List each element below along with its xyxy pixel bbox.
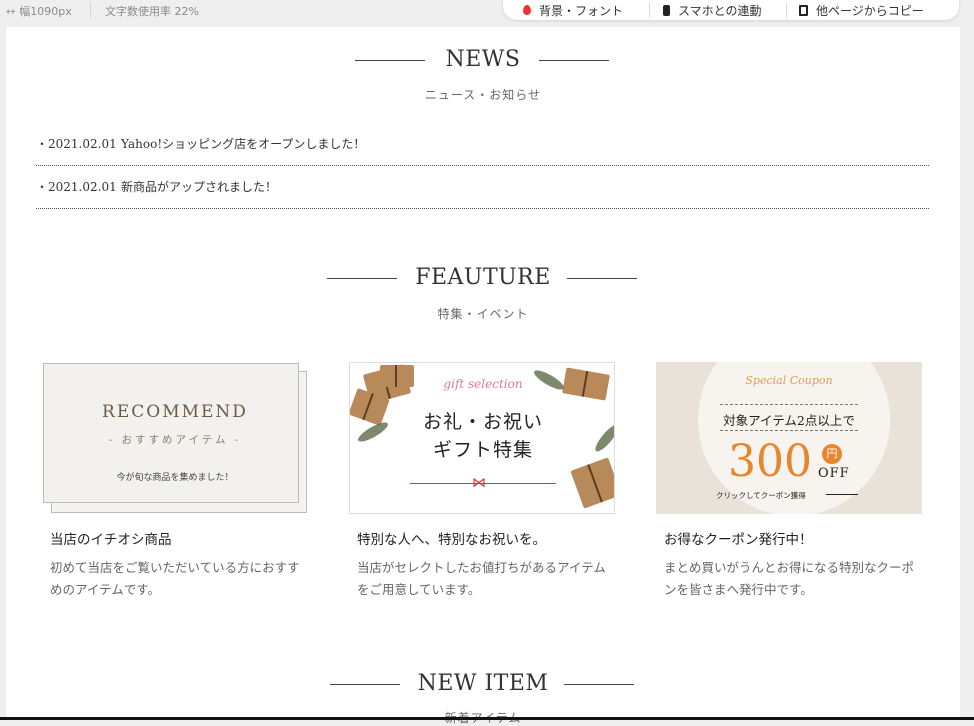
char-rate-label: 文字数使用率 22% (105, 5, 199, 18)
news-date: ・2021.02.01 (36, 137, 117, 151)
bg-font-label: 背景・フォント (539, 3, 624, 18)
news-title: NEWS (445, 47, 521, 72)
news-text: 新商品がアップされました！ (121, 180, 278, 194)
feature-subtitle: 特集・イベント (437, 307, 529, 321)
new-item-heading: NEW ITEM (6, 671, 960, 696)
editor-toolbar: ↔ 幅1090px 文字数使用率 22% 背景・フォント スマホとの連動 他ペー… (0, 0, 974, 24)
feature-card[interactable]: RECOMMEND - おすすめアイテム - 今が旬な商品を集めました！ 当店の… (42, 362, 308, 601)
arrows-horizontal-icon: ↔ (6, 4, 16, 18)
feature-card[interactable]: Special Coupon 対象アイテム2点以上で 300 円 OFF クリッ… (656, 362, 922, 601)
banner-text: RECOMMEND (102, 402, 248, 422)
bow-icon: ⋈ (472, 475, 486, 491)
news-item[interactable]: ・2021.02.01 新商品がアップされました！ (36, 166, 929, 209)
card-description: 当店がセレクトしたお値打ちがあるアイテムをご用意しています。 (357, 560, 606, 597)
copy-from-page-label: 他ページからコピー (816, 3, 924, 18)
banner-text: Special Coupon (745, 374, 833, 387)
width-label: 幅1090px (19, 5, 72, 18)
feature-title: FEAUTURE (415, 265, 551, 290)
feature-card[interactable]: gift selection お礼・お祝い ギフト特集 ⋈ 特別な人へ、特別なお… (349, 362, 615, 601)
card-description: まとめ買いがうんとお得になる特別なクーポンを皆さまへ発行中です。 (664, 560, 915, 597)
yen-badge: 円 (822, 444, 842, 464)
news-text: Yahoo!ショッピング店をオープンしました！ (121, 137, 366, 151)
recommend-banner[interactable]: RECOMMEND - おすすめアイテム - 今が旬な商品を集めました！ (42, 362, 308, 514)
dashed-rule (720, 404, 858, 405)
divider (90, 2, 91, 18)
banner-text: - おすすめアイテム - (108, 434, 242, 446)
banner-text: 対象アイテム2点以上で (723, 413, 855, 428)
card-description: 初めて当店をご覧いただいている方におすすめのアイテムです。 (50, 560, 300, 597)
feature-heading: FEAUTURE (6, 265, 960, 290)
news-item[interactable]: ・2021.02.01 Yahoo!ショッピング店をオープンしました！ (36, 123, 929, 166)
copy-from-page-button[interactable]: 他ページからコピー (799, 0, 924, 20)
dashed-rule (720, 430, 858, 431)
banner-text: ギフト特集 (432, 439, 533, 461)
gift-box-image (570, 457, 614, 509)
coupon-amount: 300 (728, 436, 812, 487)
banner-text: クリックしてクーポン獲得 (716, 491, 806, 500)
bg-font-button[interactable]: 背景・フォント (523, 0, 623, 20)
banner-text: お礼・お祝い (422, 411, 543, 433)
coupon-banner[interactable]: Special Coupon 対象アイテム2点以上で 300 円 OFF クリッ… (656, 362, 922, 514)
card-title[interactable]: 当店のイチオシ商品 (42, 528, 308, 548)
banner-text: gift selection (443, 377, 523, 391)
news-heading: NEWS (6, 47, 960, 72)
arrow-right-icon (826, 494, 858, 495)
toolbar-pill: 背景・フォント スマホとの連動 他ページからコピー (503, 0, 959, 20)
news-date: ・2021.02.01 (36, 180, 117, 194)
divider (786, 2, 787, 18)
card-title[interactable]: 特別な人へ、特別なお祝いを。 (349, 528, 615, 548)
smartphone-sync-label: スマホとの連動 (678, 3, 762, 18)
smartphone-icon (663, 4, 670, 16)
droplet-icon (523, 5, 531, 15)
gift-banner[interactable]: gift selection お礼・お祝い ギフト特集 ⋈ (349, 362, 615, 514)
content-panel: NEWS ニュース・お知らせ ・2021.02.01 Yahoo!ショッピング店… (6, 27, 960, 725)
divider (649, 2, 650, 18)
smartphone-sync-button[interactable]: スマホとの連動 (663, 0, 762, 20)
card-title[interactable]: お得なクーポン発行中！ (656, 528, 922, 548)
copy-icon (799, 4, 808, 16)
width-info: ↔ 幅1090px (6, 3, 72, 19)
new-item-title: NEW ITEM (417, 671, 549, 696)
news-subtitle: ニュース・お知らせ (424, 88, 542, 102)
banner-text: 今が旬な商品を集めました！ (116, 473, 234, 483)
off-label: OFF (818, 466, 850, 481)
